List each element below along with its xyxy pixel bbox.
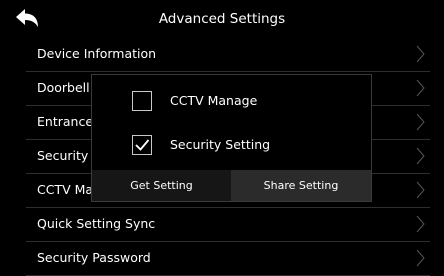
share-setting-button[interactable]: Share Setting [231, 170, 371, 201]
menu-item-label: Security Password [37, 250, 151, 265]
chevron-right-icon [416, 45, 425, 63]
chevron-right-icon [416, 249, 425, 267]
menu-item-label: CCTV Ma [37, 182, 94, 197]
chevron-right-icon [416, 79, 425, 97]
sync-options-popup: CCTV Manage Security Setting Get Setting… [91, 74, 372, 202]
menu-item-security-password[interactable]: Security Password [26, 242, 430, 276]
menu-item-label: Quick Setting Sync [37, 216, 156, 231]
menu-item-label: Security [37, 148, 89, 163]
popup-actions: Get Setting Share Setting [92, 170, 371, 201]
menu-item-label: Entrance [37, 114, 94, 129]
chevron-right-icon [416, 181, 425, 199]
chevron-right-icon [416, 215, 425, 233]
chevron-right-icon [416, 147, 425, 165]
menu-item-label: Device Information [37, 46, 157, 61]
menu-item-device-information[interactable]: Device Information [26, 38, 430, 72]
cctv-manage-checkbox[interactable] [132, 91, 152, 111]
chevron-right-icon [416, 113, 425, 131]
checkmark-icon [135, 139, 150, 151]
header: Advanced Settings [0, 0, 444, 38]
security-setting-checkbox[interactable] [132, 135, 152, 155]
get-setting-button[interactable]: Get Setting [92, 170, 231, 201]
cctv-manage-label: CCTV Manage [170, 93, 258, 108]
page-title: Advanced Settings [158, 11, 286, 27]
menu-item-quick-setting-sync[interactable]: Quick Setting Sync [26, 208, 430, 242]
security-setting-label: Security Setting [170, 137, 271, 152]
menu-item-label: Doorbell [37, 80, 90, 95]
